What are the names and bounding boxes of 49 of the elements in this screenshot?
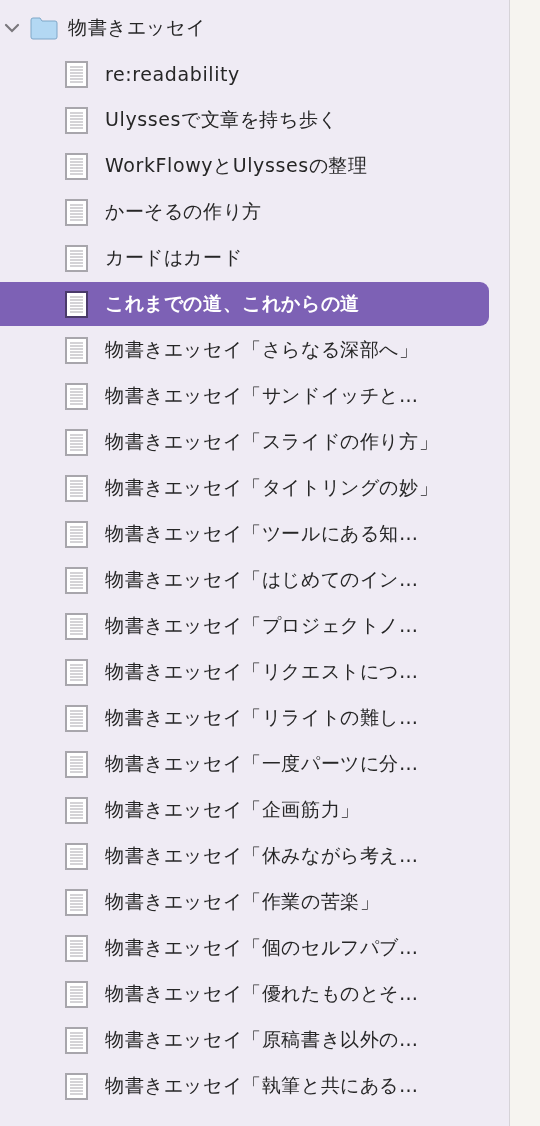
document-icon	[65, 382, 88, 410]
sidebar-item[interactable]: 物書きエッセイ「リライトの難し…	[0, 696, 489, 740]
sidebar-item[interactable]: 物書きエッセイ「リクエストにつ…	[0, 650, 489, 694]
document-icon	[65, 1072, 88, 1100]
sidebar-item[interactable]: これまでの道、これからの道	[0, 282, 489, 326]
sidebar-item[interactable]: 物書きエッセイ「企画筋力」	[0, 788, 489, 832]
sidebar-item[interactable]: 物書きエッセイ「個のセルフパブ…	[0, 926, 489, 970]
chevron-icon[interactable]	[4, 22, 20, 34]
sidebar-item[interactable]: Ulyssesで文章を持ち歩く	[0, 98, 489, 142]
document-icon	[65, 1026, 88, 1054]
document-icon	[65, 750, 88, 778]
document-icon	[65, 658, 88, 686]
document-icon	[65, 796, 88, 824]
document-icon	[65, 612, 88, 640]
document-icon	[65, 888, 88, 916]
sidebar-item[interactable]: かーそるの作り方	[0, 190, 489, 234]
sidebar-item[interactable]: 物書きエッセイ「一度パーツに分…	[0, 742, 489, 786]
document-icon	[65, 336, 88, 364]
document-icon	[65, 980, 88, 1008]
sidebar-item[interactable]: 物書きエッセイ「プロジェクトノ…	[0, 604, 489, 648]
document-icon	[65, 60, 88, 88]
document-icon	[65, 152, 88, 180]
sidebar-item[interactable]: 物書きエッセイ「はじめてのイン…	[0, 558, 489, 602]
document-icon	[65, 566, 88, 594]
document-icon	[65, 704, 88, 732]
document-icon	[65, 842, 88, 870]
document-icon	[65, 474, 88, 502]
document-icon	[65, 198, 88, 226]
folder-icon	[30, 16, 58, 40]
sidebar-item[interactable]: re:readability	[0, 52, 489, 96]
folder-label[interactable]: 物書きエッセイ	[68, 15, 206, 41]
document-icon	[65, 934, 88, 962]
sidebar-item[interactable]: 物書きエッセイ「作業の苦楽」	[0, 880, 489, 924]
document-icon	[65, 106, 88, 134]
sidebar-item[interactable]: 物書きエッセイ「優れたものとそ…	[0, 972, 489, 1016]
sidebar-item[interactable]: WorkFlowyとUlyssesの整理	[0, 144, 489, 188]
sidebar-item[interactable]: 物書きエッセイ「原稿書き以外の…	[0, 1018, 489, 1062]
sidebar-item[interactable]: 物書きエッセイ「スライドの作り方」	[0, 420, 489, 464]
sidebar-item[interactable]: 物書きエッセイ「執筆と共にある…	[0, 1064, 489, 1108]
sidebar-item[interactable]: 物書きエッセイ「サンドイッチと…	[0, 374, 489, 418]
document-icon	[65, 428, 88, 456]
sidebar-item[interactable]: 物書きエッセイ「休みながら考え…	[0, 834, 489, 878]
document-icon	[65, 520, 88, 548]
document-icon	[65, 290, 88, 318]
sidebar-item[interactable]: 物書きエッセイ「ツールにある知…	[0, 512, 489, 556]
sidebar-item[interactable]: 物書きエッセイ「タイトリングの妙」	[0, 466, 489, 510]
sidebar-item[interactable]: 物書きエッセイ「さらなる深部へ」	[0, 328, 489, 372]
document-icon	[65, 244, 88, 272]
sidebar-item[interactable]: カードはカード	[0, 236, 489, 280]
